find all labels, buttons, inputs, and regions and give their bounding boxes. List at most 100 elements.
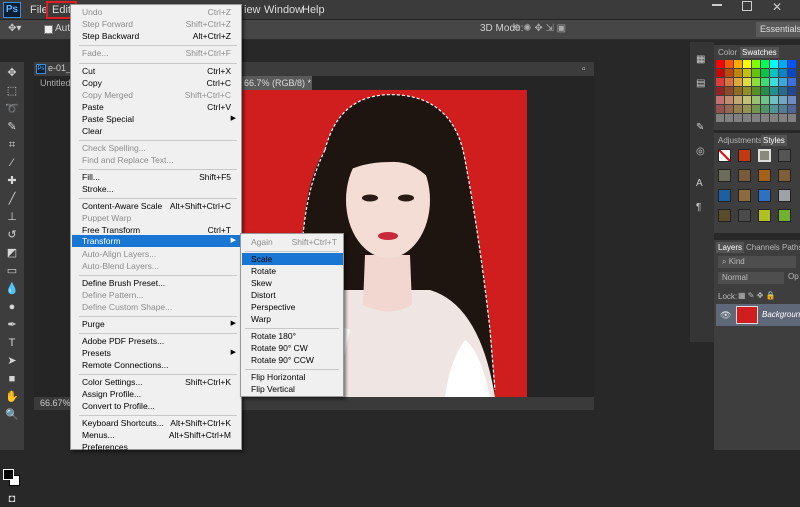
swatch-cell[interactable] — [788, 114, 796, 122]
eraser-tool-icon[interactable]: ◩ — [4, 246, 20, 261]
submenu-item-perspective[interactable]: Perspective — [251, 302, 295, 313]
3d-mode-icons[interactable]: ⟲ ✺ ✥ ⇲ ▣ — [512, 23, 566, 34]
rectangle-tool-icon[interactable]: ■ — [4, 372, 20, 387]
path-selection-tool-icon[interactable]: ➤ — [4, 354, 20, 369]
menu-item-preferences[interactable]: Preferences — [82, 442, 128, 453]
swatch-cell[interactable] — [752, 60, 760, 68]
menu-item-fade[interactable]: Fade... — [82, 48, 108, 59]
tab-swatches[interactable]: Swatches — [740, 47, 779, 58]
menu-item-paste[interactable]: Paste — [82, 102, 104, 113]
swatch-cell[interactable] — [725, 114, 733, 122]
swatch-cell[interactable] — [761, 78, 769, 86]
style-swatch[interactable] — [778, 169, 791, 182]
menu-item-define-shape[interactable]: Define Custom Shape... — [82, 302, 172, 313]
swatch-cell[interactable] — [743, 69, 751, 77]
swatch-cell[interactable] — [734, 60, 742, 68]
menu-item-adobe-pdf-presets[interactable]: Adobe PDF Presets... — [82, 336, 164, 347]
auto-select-checkbox[interactable] — [44, 25, 53, 34]
visibility-eye-icon[interactable]: 👁 — [720, 310, 731, 321]
status-zoom[interactable]: 66.67% — [40, 398, 71, 408]
swatch-cell[interactable] — [734, 96, 742, 104]
swatch-cell[interactable] — [716, 105, 724, 113]
menu-window[interactable]: Window — [264, 3, 303, 18]
menu-item-auto-blend[interactable]: Auto-Blend Layers... — [82, 261, 159, 272]
gradient-tool-icon[interactable]: ▭ — [4, 264, 20, 279]
history-brush-tool-icon[interactable]: ↺ — [4, 228, 20, 243]
properties-panel-icon[interactable]: ▤ — [696, 78, 705, 89]
swatch-cell[interactable] — [752, 87, 760, 95]
type-tool-icon[interactable]: T — [4, 336, 20, 351]
document-tab-zoom[interactable]: 66.7% (RGB/8) * — [242, 76, 312, 90]
lock-icons[interactable]: ▦ ✎ ✥ 🔒 — [738, 291, 776, 300]
brush-tool-icon[interactable]: ╱ — [4, 192, 20, 207]
workspace-switcher[interactable]: Essentials — [756, 22, 800, 37]
menu-item-stroke[interactable]: Stroke... — [82, 184, 114, 195]
tab-channels[interactable]: Channels — [744, 242, 782, 253]
swatch-cell[interactable] — [752, 96, 760, 104]
document-close-icon[interactable]: ▫ — [582, 64, 586, 75]
menu-item-define-pattern[interactable]: Define Pattern... — [82, 290, 143, 301]
style-swatch[interactable] — [738, 209, 751, 222]
submenu-item-skew[interactable]: Skew — [251, 278, 272, 289]
quick-select-tool-icon[interactable]: ✎ — [4, 120, 20, 135]
character-panel-icon[interactable]: A — [696, 178, 703, 189]
swatch-cell[interactable] — [716, 69, 724, 77]
submenu-item-distort[interactable]: Distort — [251, 290, 276, 301]
menu-item-auto-align[interactable]: Auto-Align Layers... — [82, 249, 156, 260]
paragraph-panel-icon[interactable]: ¶ — [696, 202, 701, 213]
swatch-cell[interactable] — [734, 69, 742, 77]
swatch-cell[interactable] — [752, 78, 760, 86]
tab-adjustments[interactable]: Adjustments — [716, 135, 764, 146]
swatch-cell[interactable] — [725, 87, 733, 95]
style-swatch[interactable] — [718, 209, 731, 222]
style-swatch[interactable] — [778, 189, 791, 202]
swatch-cell[interactable] — [716, 87, 724, 95]
tab-layers[interactable]: Layers — [716, 242, 745, 253]
submenu-item-scale[interactable]: Scale — [251, 254, 272, 265]
menu-item-presets[interactable]: Presets — [82, 348, 111, 359]
swatch-cell[interactable] — [770, 69, 778, 77]
swatch-cell[interactable] — [788, 96, 796, 104]
swatch-cell[interactable] — [761, 87, 769, 95]
swatch-cell[interactable] — [788, 60, 796, 68]
swatch-cell[interactable] — [752, 105, 760, 113]
swatch-cell[interactable] — [725, 69, 733, 77]
menu-item-clear[interactable]: Clear — [82, 126, 102, 137]
menu-item-define-brush[interactable]: Define Brush Preset... — [82, 278, 165, 289]
swatch-cell[interactable] — [761, 69, 769, 77]
swatch-cell[interactable] — [761, 60, 769, 68]
submenu-item-warp[interactable]: Warp — [251, 314, 271, 325]
style-swatch[interactable] — [778, 149, 791, 162]
swatch-cell[interactable] — [752, 69, 760, 77]
submenu-item-rotate[interactable]: Rotate — [251, 266, 276, 277]
lasso-tool-icon[interactable]: ➰ — [4, 102, 20, 117]
menu-item-free-transform[interactable]: Free Transform — [82, 225, 140, 236]
swatch-cell[interactable] — [779, 96, 787, 104]
swatch-cell[interactable] — [743, 96, 751, 104]
submenu-item-flip-vertical[interactable]: Flip Vertical — [251, 384, 295, 395]
clone-source-panel-icon[interactable]: ◎ — [696, 146, 705, 157]
menu-item-find-replace[interactable]: Find and Replace Text... — [82, 155, 174, 166]
swatch-cell[interactable] — [770, 105, 778, 113]
swatch-grid[interactable] — [716, 60, 800, 128]
style-swatch[interactable] — [758, 169, 771, 182]
swatch-cell[interactable] — [716, 114, 724, 122]
swatch-cell[interactable] — [761, 105, 769, 113]
swatch-cell[interactable] — [761, 114, 769, 122]
swatch-cell[interactable] — [734, 114, 742, 122]
swatch-cell[interactable] — [725, 60, 733, 68]
menu-item-paste-special[interactable]: Paste Special — [82, 114, 134, 125]
swatch-cell[interactable] — [743, 105, 751, 113]
healing-brush-tool-icon[interactable]: ✚ — [4, 174, 20, 189]
menu-item-undo[interactable]: Undo — [82, 7, 102, 18]
eyedropper-tool-icon[interactable]: ⁄ — [4, 156, 20, 171]
submenu-item-rotate-90-ccw[interactable]: Rotate 90° CCW — [251, 355, 314, 366]
swatch-cell[interactable] — [788, 78, 796, 86]
marquee-tool-icon[interactable]: ⬚ — [4, 84, 20, 99]
quick-mask-icon[interactable]: ◘ — [4, 492, 20, 507]
menu-item-transform[interactable]: Transform — [82, 236, 120, 247]
layer-row-background[interactable]: 👁 Background — [716, 304, 800, 326]
menu-item-menus[interactable]: Menus... — [82, 430, 115, 441]
swatch-cell[interactable] — [716, 96, 724, 104]
document-tab-untitled[interactable]: Untitled — [40, 78, 71, 88]
